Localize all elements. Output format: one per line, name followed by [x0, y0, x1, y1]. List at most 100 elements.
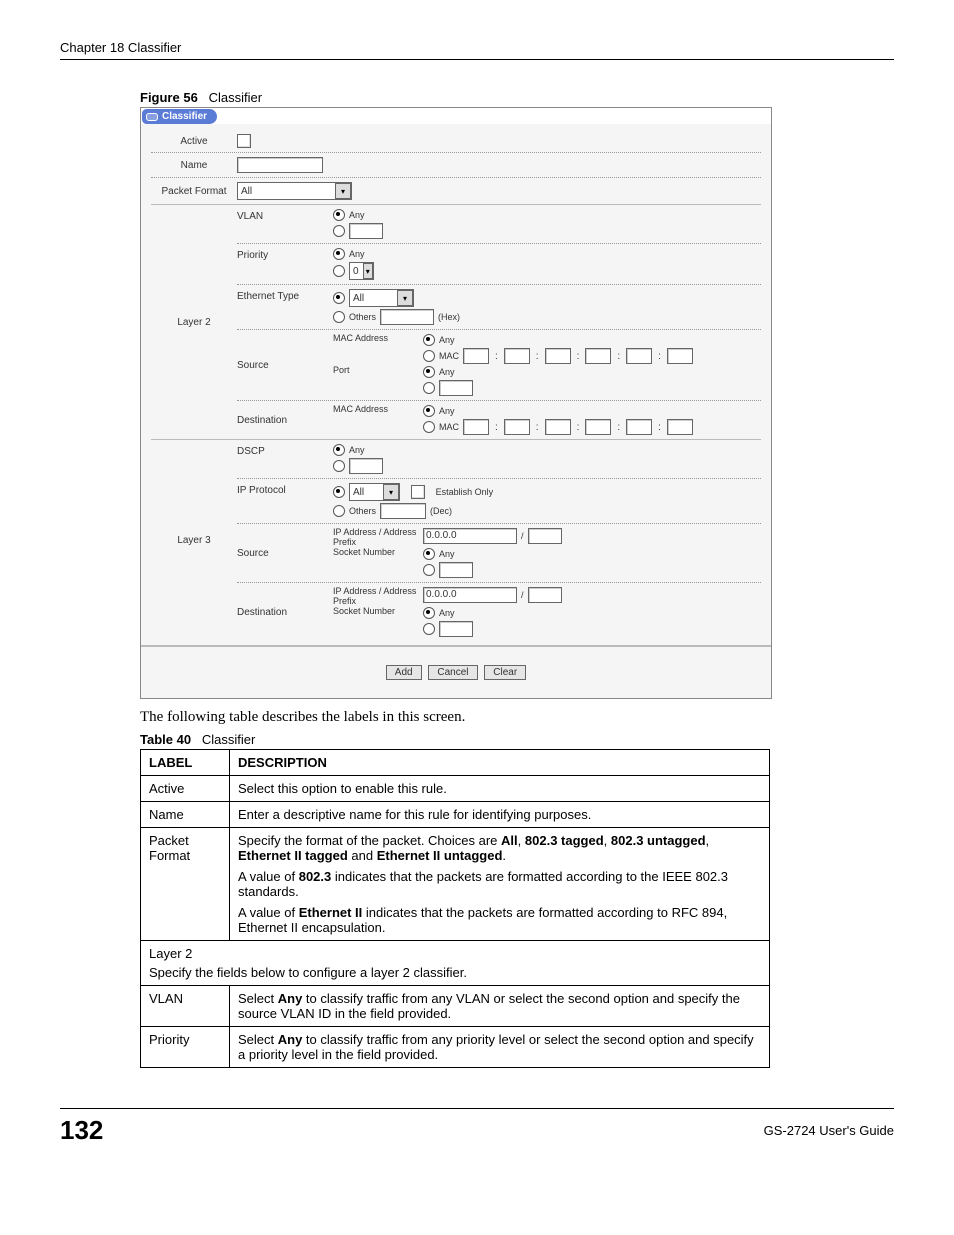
mac-input[interactable] — [585, 419, 611, 435]
src-socket-radio[interactable] — [423, 564, 435, 576]
table-row: VLAN Select Any to classify traffic from… — [141, 986, 770, 1027]
dscp-any-radio[interactable] — [333, 444, 345, 456]
vlan-id-radio[interactable] — [333, 225, 345, 237]
label-name: Name — [151, 160, 237, 171]
chapter-text: Chapter 18 Classifier — [60, 40, 181, 55]
priority-select[interactable]: 0 — [349, 262, 374, 280]
priority-value-radio[interactable] — [333, 265, 345, 277]
mac-input[interactable] — [545, 419, 571, 435]
name-input[interactable] — [237, 157, 323, 173]
mac-input[interactable] — [463, 348, 489, 364]
label-priority: Priority — [237, 244, 333, 267]
col-label: LABEL — [141, 750, 230, 776]
src-mac-any-radio[interactable] — [423, 334, 435, 346]
table-row: Layer 2 Specify the fields below to conf… — [141, 941, 770, 986]
vlan-any-radio[interactable] — [333, 209, 345, 221]
label-socket-number: Socket Number — [333, 547, 423, 557]
dst-ip-input[interactable]: 0.0.0.0 — [423, 587, 517, 603]
label-mac-address: MAC Address — [333, 333, 423, 343]
mac-input[interactable] — [463, 419, 489, 435]
ipproto-others-radio[interactable] — [333, 505, 345, 517]
page-number: 132 — [60, 1115, 103, 1146]
ethtype-all-radio[interactable] — [333, 292, 345, 304]
chevron-down-icon — [363, 263, 373, 279]
label-packet-format: Packet Format — [151, 186, 237, 197]
label-ip-protocol: IP Protocol — [237, 479, 333, 502]
label-l3-destination: Destination — [237, 601, 333, 624]
mac-input[interactable] — [545, 348, 571, 364]
figure-caption: Figure 56 Classifier — [140, 90, 894, 105]
active-checkbox[interactable] — [237, 134, 251, 148]
table-row: Active Select this option to enable this… — [141, 776, 770, 802]
mac-input[interactable] — [504, 419, 530, 435]
label-vlan: VLAN — [237, 205, 333, 228]
description-table: LABEL DESCRIPTION Active Select this opt… — [140, 749, 770, 1068]
label-active: Active — [151, 136, 237, 147]
label-l3-source: Source — [237, 542, 333, 565]
figure-label: Figure 56 — [140, 90, 198, 105]
clear-button[interactable]: Clear — [484, 665, 526, 680]
ethtype-others-radio[interactable] — [333, 311, 345, 323]
dst-mac-any-radio[interactable] — [423, 405, 435, 417]
dst-prefix-input[interactable] — [528, 587, 562, 603]
classifier-panel: Classifier Active Name Packet Format All… — [140, 107, 772, 699]
dscp-value-radio[interactable] — [333, 460, 345, 472]
dst-socket-input[interactable] — [439, 621, 473, 637]
label-layer2: Layer 2 — [151, 205, 237, 439]
label-layer3: Layer 3 — [151, 440, 237, 641]
label-l2-source: Source — [237, 354, 333, 377]
chevron-down-icon — [397, 290, 413, 306]
ipproto-select[interactable]: All — [349, 483, 400, 501]
dst-mac-radio[interactable] — [423, 421, 435, 433]
chevron-down-icon — [383, 484, 399, 500]
label-dscp: DSCP — [237, 440, 333, 463]
mac-input[interactable] — [667, 419, 693, 435]
ethtype-others-input[interactable] — [380, 309, 434, 325]
action-bar: Add Cancel Clear — [141, 645, 771, 698]
src-mac-radio[interactable] — [423, 350, 435, 362]
src-ip-input[interactable]: 0.0.0.0 — [423, 528, 517, 544]
table-row: Name Enter a descriptive name for this r… — [141, 802, 770, 828]
src-socket-any-radio[interactable] — [423, 548, 435, 560]
cancel-button[interactable]: Cancel — [428, 665, 477, 680]
panel-tab[interactable]: Classifier — [142, 109, 217, 124]
table-row: Packet Format Specify the format of the … — [141, 828, 770, 941]
dst-socket-any-radio[interactable] — [423, 607, 435, 619]
dscp-input[interactable] — [349, 458, 383, 474]
chevron-down-icon — [335, 183, 351, 199]
src-prefix-input[interactable] — [528, 528, 562, 544]
dst-socket-radio[interactable] — [423, 623, 435, 635]
mac-input[interactable] — [585, 348, 611, 364]
src-port-radio[interactable] — [423, 382, 435, 394]
label-socket-number: Socket Number — [333, 606, 423, 616]
label-ethernet-type: Ethernet Type — [237, 285, 333, 308]
col-description: DESCRIPTION — [230, 750, 770, 776]
label-ip-prefix: IP Address / Address Prefix — [333, 586, 423, 606]
intro-text: The following table describes the labels… — [140, 709, 894, 726]
label-mac-address: MAC Address — [333, 404, 423, 414]
mac-input[interactable] — [504, 348, 530, 364]
table-caption: Table 40 Classifier — [140, 732, 894, 747]
priority-any-radio[interactable] — [333, 248, 345, 260]
ipproto-all-radio[interactable] — [333, 486, 345, 498]
packet-format-select[interactable]: All — [237, 182, 352, 200]
table-title: Classifier — [202, 732, 255, 747]
ipproto-others-input[interactable] — [380, 503, 426, 519]
page-footer: 132 GS-2724 User's Guide — [60, 1108, 894, 1146]
mac-input[interactable] — [626, 348, 652, 364]
page-header: Chapter 18 Classifier — [60, 40, 894, 60]
table-row: Priority Select Any to classify traffic … — [141, 1027, 770, 1068]
label-l2-destination: Destination — [237, 409, 333, 432]
src-port-input[interactable] — [439, 380, 473, 396]
ethtype-select[interactable]: All — [349, 289, 414, 307]
mac-input[interactable] — [626, 419, 652, 435]
guide-name: GS-2724 User's Guide — [764, 1123, 894, 1138]
add-button[interactable]: Add — [386, 665, 422, 680]
establish-only-checkbox[interactable] — [411, 485, 425, 499]
mac-input[interactable] — [667, 348, 693, 364]
vlan-id-input[interactable] — [349, 223, 383, 239]
src-port-any-radio[interactable] — [423, 366, 435, 378]
figure-title: Classifier — [209, 90, 262, 105]
table-label: Table 40 — [140, 732, 191, 747]
src-socket-input[interactable] — [439, 562, 473, 578]
